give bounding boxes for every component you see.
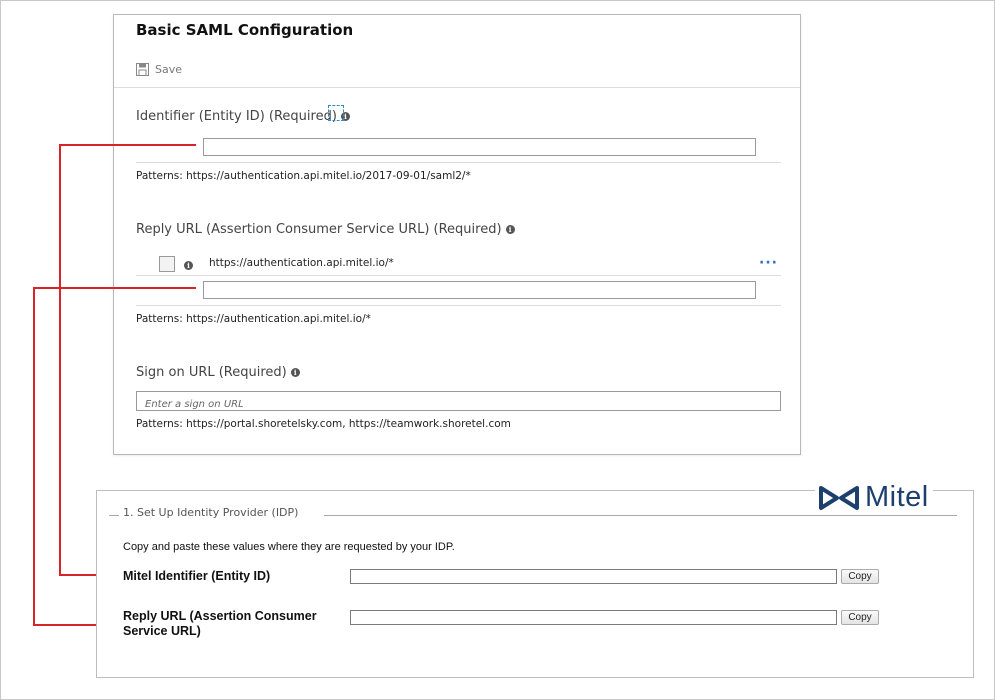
reply-url-default-checkbox[interactable] xyxy=(159,256,175,272)
fieldset-line-right xyxy=(324,515,957,516)
connector-identifier-vertical xyxy=(59,144,61,576)
sign-on-url-input[interactable] xyxy=(137,395,780,414)
reply-url-pattern: Patterns: https://authentication.api.mit… xyxy=(136,313,371,325)
mitel-identifier-label: Mitel Identifier (Entity ID) xyxy=(123,569,271,583)
connector-reply-vertical xyxy=(33,287,35,626)
reply-url-input[interactable] xyxy=(204,286,755,303)
focus-indicator xyxy=(328,105,344,121)
mitel-reply-url-label-line1: Reply URL (Assertion Consumer xyxy=(123,609,317,623)
mitel-logo: Mitel xyxy=(815,481,933,514)
sign-on-url-label: Sign on URL (Required) i xyxy=(136,365,300,380)
mitel-reply-url-field[interactable] xyxy=(350,610,837,625)
save-button[interactable]: Save xyxy=(136,63,182,76)
connector-reply-top xyxy=(33,287,196,289)
panel-title: Basic SAML Configuration xyxy=(136,21,354,39)
more-options-icon[interactable]: ··· xyxy=(759,255,778,271)
save-label: Save xyxy=(155,63,183,76)
sign-on-url-label-text: Sign on URL (Required) xyxy=(136,365,287,380)
mitel-logo-text: Mitel xyxy=(865,481,929,513)
toolbar-divider xyxy=(114,87,800,88)
info-icon[interactable]: i xyxy=(505,225,515,234)
reply-url-label-text: Reply URL (Assertion Consumer Service UR… xyxy=(136,222,502,237)
reply-url-label: Reply URL (Assertion Consumer Service UR… xyxy=(136,222,515,237)
copy-identifier-button[interactable]: Copy xyxy=(841,569,879,584)
mitel-idp-setup-panel: 1. Set Up Identity Provider (IDP) Mitel … xyxy=(96,481,974,678)
reply-url-row-divider xyxy=(136,275,781,276)
identifier-pattern: Patterns: https://authentication.api.mit… xyxy=(136,170,471,182)
mitel-logo-icon xyxy=(819,485,859,510)
identifier-field-wrapper xyxy=(203,138,756,160)
mitel-identifier-field[interactable] xyxy=(350,569,837,584)
reply-url-existing-value: https://authentication.api.mitel.io/* xyxy=(209,257,394,269)
info-icon[interactable]: i xyxy=(290,368,300,377)
identifier-divider xyxy=(136,162,781,163)
mitel-reply-url-label: Reply URL (Assertion Consumer Service UR… xyxy=(123,609,317,639)
identifier-input[interactable] xyxy=(204,143,755,160)
instructions: Copy and paste these values where they a… xyxy=(123,541,455,553)
identifier-label-text: Identifier (Entity ID) (Required) xyxy=(136,109,337,124)
basic-saml-configuration-panel: Basic SAML Configuration Save Identifier… xyxy=(113,14,801,455)
save-icon xyxy=(136,63,149,76)
sign-on-url-pattern: Patterns: https://portal.shoretelsky.com… xyxy=(136,418,511,430)
reply-url-field-wrapper xyxy=(203,281,756,303)
section-title: 1. Set Up Identity Provider (IDP) xyxy=(123,506,299,519)
sign-on-url-field-wrapper xyxy=(136,391,781,414)
identifier-label: Identifier (Entity ID) (Required) i xyxy=(136,109,350,124)
fieldset-line-left xyxy=(109,515,119,516)
reply-url-divider xyxy=(136,305,781,306)
connector-identifier-top xyxy=(59,144,196,146)
mitel-reply-url-label-line2: Service URL) xyxy=(123,624,201,638)
copy-reply-url-button[interactable]: Copy xyxy=(841,610,879,625)
info-icon[interactable]: i xyxy=(184,261,193,270)
